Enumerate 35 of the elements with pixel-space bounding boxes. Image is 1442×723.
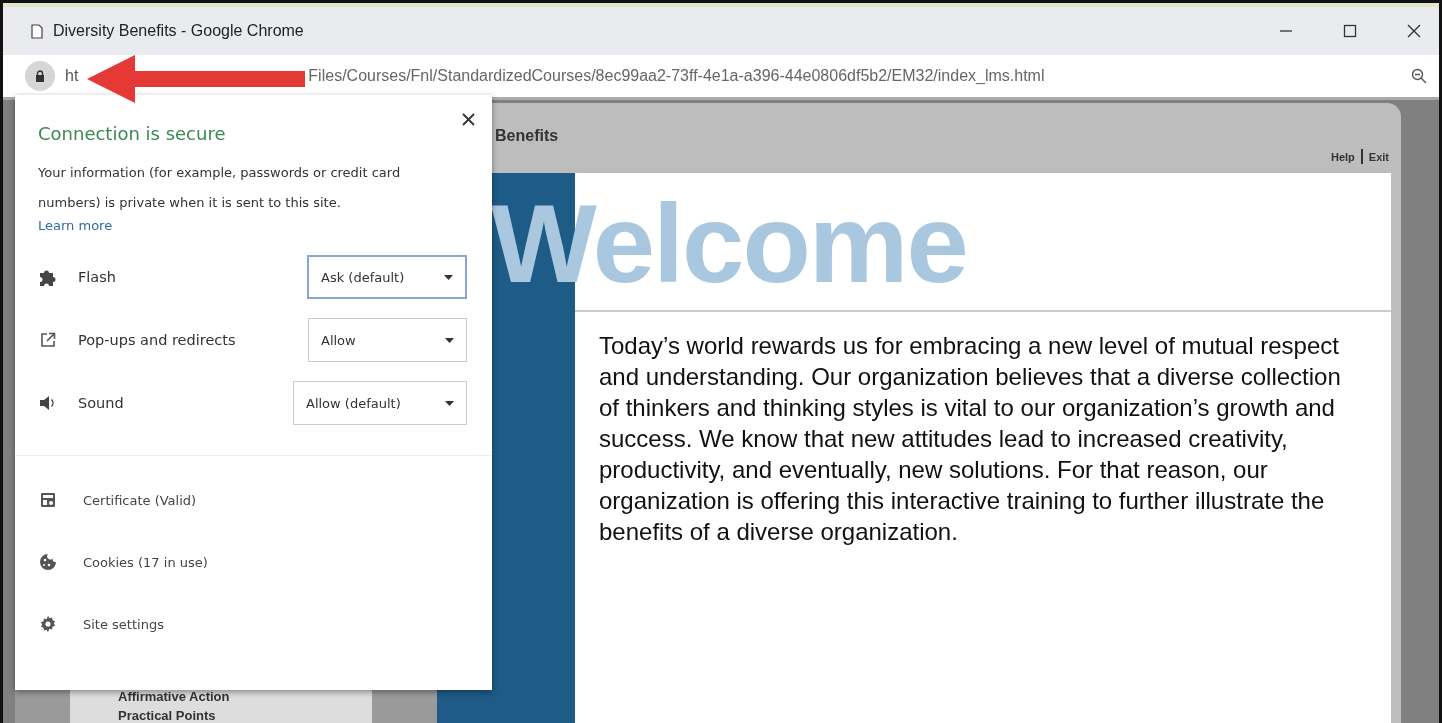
dropdown-caret-icon: [445, 400, 454, 406]
url-text[interactable]: ht: [65, 67, 79, 85]
permission-label: Flash: [78, 269, 116, 285]
maximize-icon[interactable]: [1343, 24, 1357, 38]
popup-link[interactable]: Site settings: [38, 609, 468, 639]
external-link-icon: [38, 332, 58, 348]
lock-button[interactable]: [25, 61, 55, 91]
dropdown-caret-icon: [445, 337, 454, 343]
close-icon[interactable]: [462, 113, 475, 126]
security-description: Your information (for example, passwords or credit card numbers) is private when it is sent to this site.: [38, 164, 402, 212]
lock-icon: [35, 70, 45, 82]
zoom-icon[interactable]: [1411, 68, 1427, 84]
popup-link[interactable]: Cookies (17 in use): [38, 547, 468, 577]
course-title: Benefits: [495, 127, 559, 145]
header-link[interactable]: Help: [1330, 150, 1355, 163]
permission-label: Sound: [78, 395, 124, 411]
header-link[interactable]: Exit: [1368, 150, 1389, 163]
permission-select[interactable]: Ask (default): [307, 255, 467, 299]
permission-select[interactable]: Allow (default): [293, 381, 467, 425]
window-title: Diversity Benefits - Google Chrome: [53, 22, 304, 40]
page-icon: [31, 23, 43, 39]
permission-select[interactable]: Allow: [308, 318, 467, 362]
popup-link[interactable]: Certificate (Valid): [38, 485, 468, 515]
menu-item[interactable]: Practical Points: [118, 708, 372, 723]
url-text[interactable]: Files/Courses/Fnl/StandardizedCourses/8ec99aa2-73ff-4e1a-a396-44e0806df5b2/EM32/index_lms.html: [308, 67, 1045, 85]
learn-more-link[interactable]: Learn more: [38, 218, 468, 233]
cookie-icon: [38, 553, 58, 571]
settings-icon: [38, 615, 58, 633]
intro-paragraph: Today’s world rewards us for embracing a new level of mutual respect and understanding. Our organization believes that a diverse collection of thinkers and thinking styles is vital to our organization’s growth and success. We know that new attitudes lead to increased creativity, productivity, and eventually, new solutions. For that reason, our organization is offering this interactive training to further illustrate the benefits of a diverse organization.: [599, 331, 1342, 547]
menu-item[interactable]: Affirmative Action: [118, 689, 372, 704]
dropdown-caret-icon: [444, 274, 453, 280]
permission-label: Pop-ups and redirects: [78, 332, 236, 348]
certificate-icon: [38, 492, 58, 508]
close-icon[interactable]: [1407, 24, 1421, 38]
popup-title: Connection is secure: [38, 123, 227, 144]
